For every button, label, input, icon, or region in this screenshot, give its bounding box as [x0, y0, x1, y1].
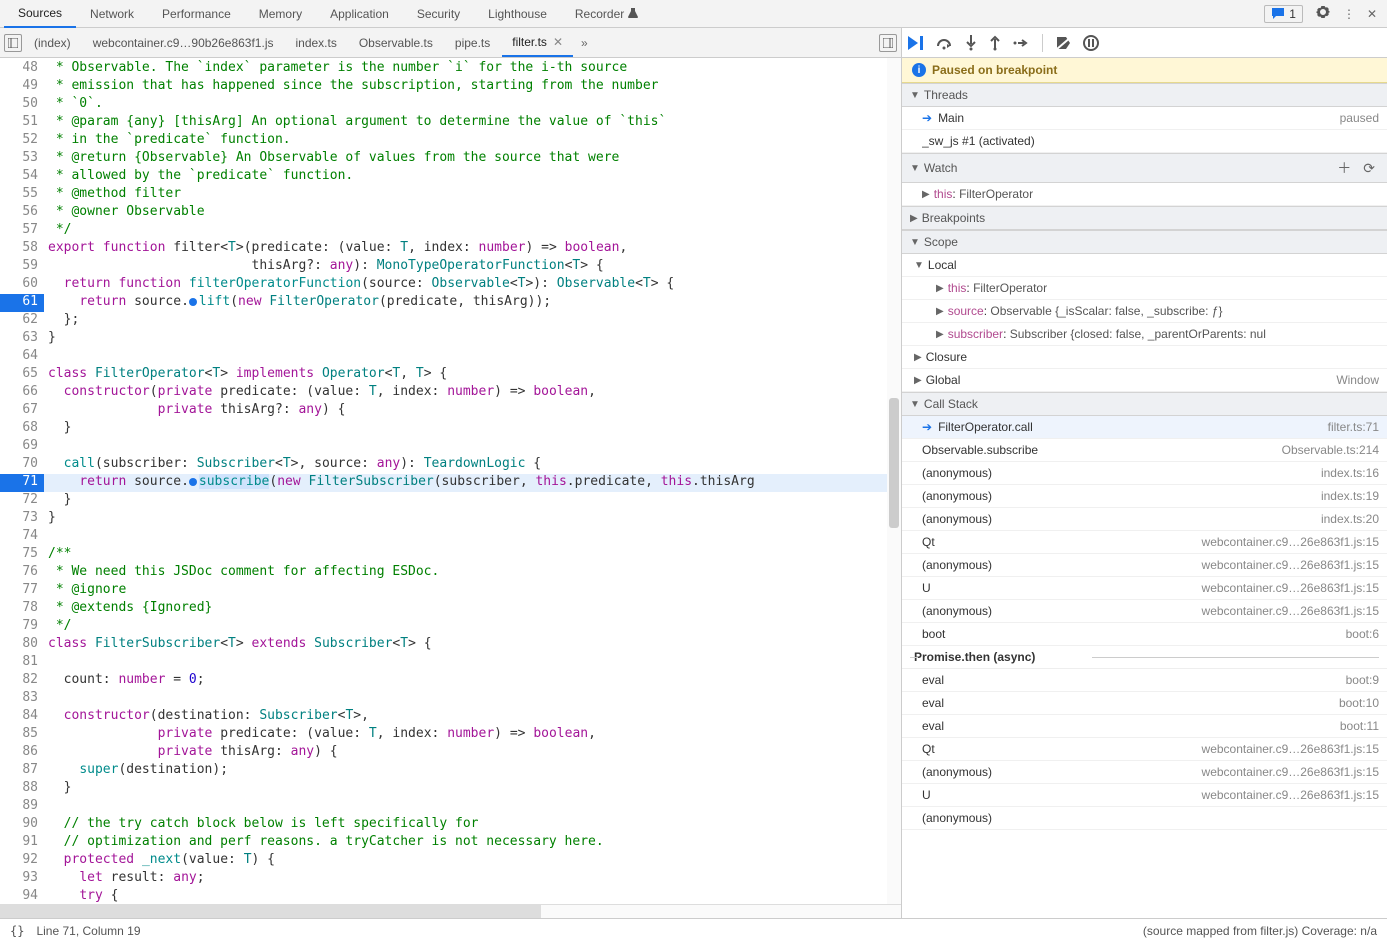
- feedback-icon: [1271, 7, 1285, 21]
- chevron-right-icon: ▶: [910, 213, 918, 224]
- close-devtools[interactable]: ✕: [1361, 3, 1383, 25]
- settings-button[interactable]: [1309, 0, 1337, 27]
- callstack-frame[interactable]: ➔FilterOperator.callfilter.ts:71: [902, 416, 1387, 439]
- close-icon[interactable]: ✕: [553, 35, 563, 49]
- file-tab-webcontainer[interactable]: webcontainer.c9…90b26e863f1.js: [83, 30, 284, 56]
- feedback-count: 1: [1289, 7, 1296, 21]
- callstack-frame[interactable]: (anonymous)index.ts:16: [902, 462, 1387, 485]
- more-tabs-icon[interactable]: »: [575, 36, 594, 50]
- callstack-frame[interactable]: Observable.subscribeObservable.ts:214: [902, 439, 1387, 462]
- file-tab-index[interactable]: (index): [24, 30, 81, 56]
- file-tab-observable[interactable]: Observable.ts: [349, 30, 443, 56]
- tab-recorder[interactable]: Recorder: [561, 1, 652, 27]
- flask-icon: [628, 8, 638, 18]
- sidebar-right-icon: [883, 38, 893, 48]
- callstack-frame[interactable]: Qtwebcontainer.c9…26e863f1.js:15: [902, 531, 1387, 554]
- pretty-print-button[interactable]: {}: [10, 924, 24, 938]
- callstack-frame[interactable]: bootboot:6: [902, 623, 1387, 646]
- async-boundary: Promise.then (async): [902, 646, 1387, 669]
- deactivate-breakpoints-button[interactable]: [1055, 35, 1073, 51]
- step-out-button[interactable]: [988, 35, 1002, 51]
- scope-closure[interactable]: ▶Closure: [902, 346, 1387, 369]
- tab-memory[interactable]: Memory: [245, 1, 316, 27]
- feedback-button[interactable]: 1: [1264, 5, 1303, 23]
- resume-button[interactable]: [908, 36, 926, 50]
- chevron-down-icon: ▼: [910, 90, 920, 101]
- file-tab-indexts[interactable]: index.ts: [285, 30, 346, 56]
- callstack-frame[interactable]: evalboot:9: [902, 669, 1387, 692]
- refresh-watch-button[interactable]: ⟳: [1359, 160, 1379, 177]
- gear-icon: [1315, 4, 1331, 20]
- editor-scrollbar[interactable]: [887, 58, 901, 904]
- scope-var[interactable]: ▶this: FilterOperator: [902, 277, 1387, 300]
- callstack-frame[interactable]: Uwebcontainer.c9…26e863f1.js:15: [902, 784, 1387, 807]
- sidebar-icon: [8, 38, 18, 48]
- breakpoints-section-header[interactable]: ▶ Breakpoints: [902, 206, 1387, 230]
- navigator-toggle[interactable]: [4, 34, 22, 52]
- callstack-frame[interactable]: evalboot:10: [902, 692, 1387, 715]
- pause-message: Paused on breakpoint: [932, 63, 1057, 77]
- tab-security[interactable]: Security: [403, 1, 474, 27]
- scope-global[interactable]: ▶GlobalWindow: [902, 369, 1387, 392]
- tab-lighthouse[interactable]: Lighthouse: [474, 1, 561, 27]
- current-arrow-icon: ➔: [922, 111, 932, 125]
- callstack-section-header[interactable]: ▼ Call Stack: [902, 392, 1387, 416]
- callstack-frame[interactable]: (anonymous): [902, 807, 1387, 830]
- chevron-down-icon: ▼: [910, 399, 920, 410]
- panel-tabs: Sources Network Performance Memory Appli…: [0, 0, 1387, 28]
- pause-banner: i Paused on breakpoint: [902, 58, 1387, 83]
- debugger-toolbar: [902, 28, 1387, 58]
- code-editor[interactable]: 4849505152535455565758596061626364656667…: [0, 58, 901, 904]
- info-icon: i: [912, 63, 926, 77]
- tab-network[interactable]: Network: [76, 1, 148, 27]
- tab-performance[interactable]: Performance: [148, 1, 245, 27]
- watch-item[interactable]: ▶ this: FilterOperator: [902, 183, 1387, 206]
- callstack-frame[interactable]: (anonymous)webcontainer.c9…26e863f1.js:1…: [902, 554, 1387, 577]
- chevron-down-icon: ▼: [910, 237, 920, 248]
- step-over-button[interactable]: [936, 36, 954, 50]
- chevron-right-icon: ▶: [922, 189, 930, 200]
- callstack-frame[interactable]: Uwebcontainer.c9…26e863f1.js:15: [902, 577, 1387, 600]
- editor-h-scrollbar[interactable]: [0, 904, 901, 918]
- thread-main[interactable]: ➔ Main paused: [902, 107, 1387, 130]
- file-tab-pipe[interactable]: pipe.ts: [445, 30, 500, 56]
- source-map-status: (source mapped from filter.js) Coverage:…: [1143, 924, 1377, 938]
- file-tabs: (index) webcontainer.c9…90b26e863f1.js i…: [0, 28, 901, 58]
- debugger-pane-toggle[interactable]: [879, 34, 897, 52]
- callstack-frame[interactable]: (anonymous)index.ts:20: [902, 508, 1387, 531]
- add-watch-button[interactable]: ＋: [1333, 158, 1355, 178]
- watch-section-header[interactable]: ▼ Watch ＋ ⟳: [902, 153, 1387, 183]
- callstack-frame[interactable]: (anonymous)webcontainer.c9…26e863f1.js:1…: [902, 600, 1387, 623]
- pause-on-exceptions-button[interactable]: [1083, 35, 1099, 51]
- thread-sw[interactable]: _sw_js #1 (activated): [902, 130, 1387, 153]
- tab-application[interactable]: Application: [316, 1, 403, 27]
- callstack-frame[interactable]: evalboot:11: [902, 715, 1387, 738]
- status-bar: {} Line 71, Column 19 (source mapped fro…: [0, 918, 1387, 942]
- callstack-frame[interactable]: (anonymous)webcontainer.c9…26e863f1.js:1…: [902, 761, 1387, 784]
- step-button[interactable]: [1012, 36, 1030, 50]
- scope-var[interactable]: ▶source: Observable {_isScalar: false, _…: [902, 300, 1387, 323]
- chevron-down-icon: ▼: [910, 163, 920, 174]
- callstack-frame[interactable]: (anonymous)index.ts:19: [902, 485, 1387, 508]
- tab-sources[interactable]: Sources: [4, 0, 76, 28]
- threads-section-header[interactable]: ▼ Threads: [902, 83, 1387, 107]
- callstack-frame[interactable]: Qtwebcontainer.c9…26e863f1.js:15: [902, 738, 1387, 761]
- scope-var[interactable]: ▶subscriber: Subscriber {closed: false, …: [902, 323, 1387, 346]
- cursor-position: Line 71, Column 19: [36, 924, 140, 938]
- file-tab-filter[interactable]: filter.ts✕: [502, 29, 573, 57]
- kebab-menu[interactable]: ⋮: [1337, 3, 1361, 25]
- scope-section-header[interactable]: ▼ Scope: [902, 230, 1387, 254]
- step-into-button[interactable]: [964, 35, 978, 51]
- scope-local[interactable]: ▼Local: [902, 254, 1387, 277]
